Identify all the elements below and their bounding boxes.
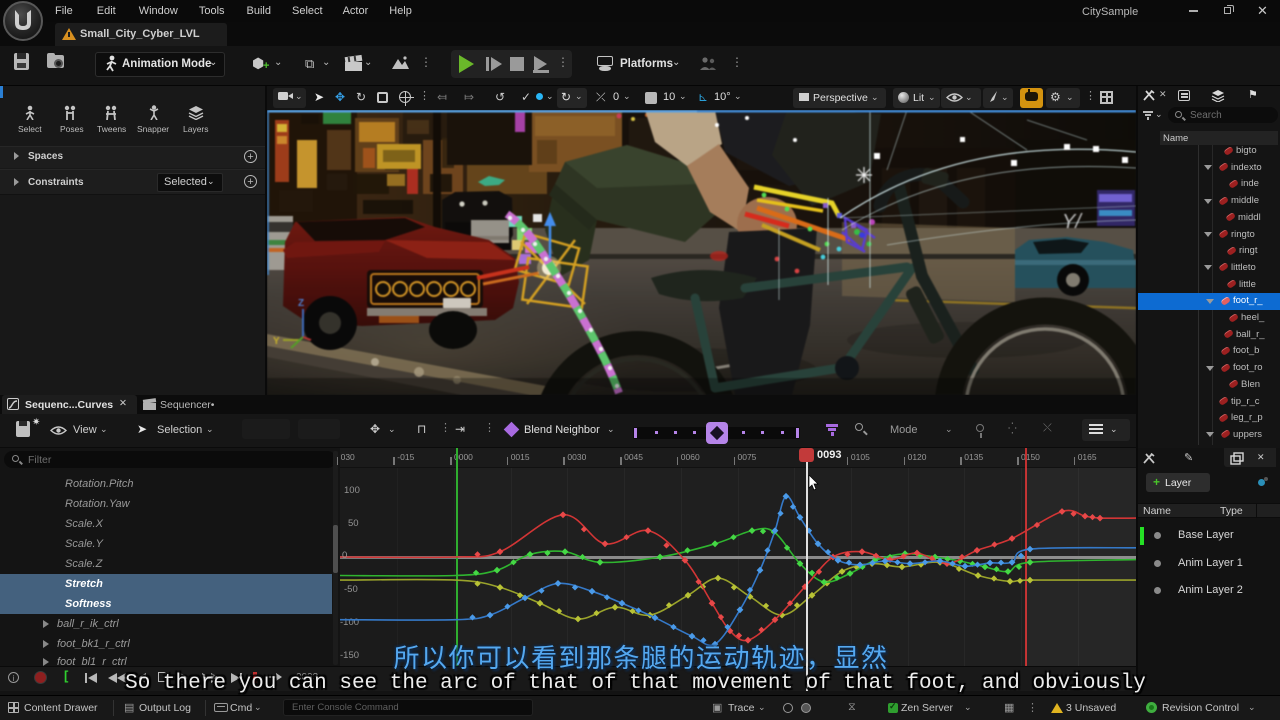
svg-text:Y: Y bbox=[273, 336, 280, 347]
svg-text:Z: Z bbox=[298, 298, 304, 309]
